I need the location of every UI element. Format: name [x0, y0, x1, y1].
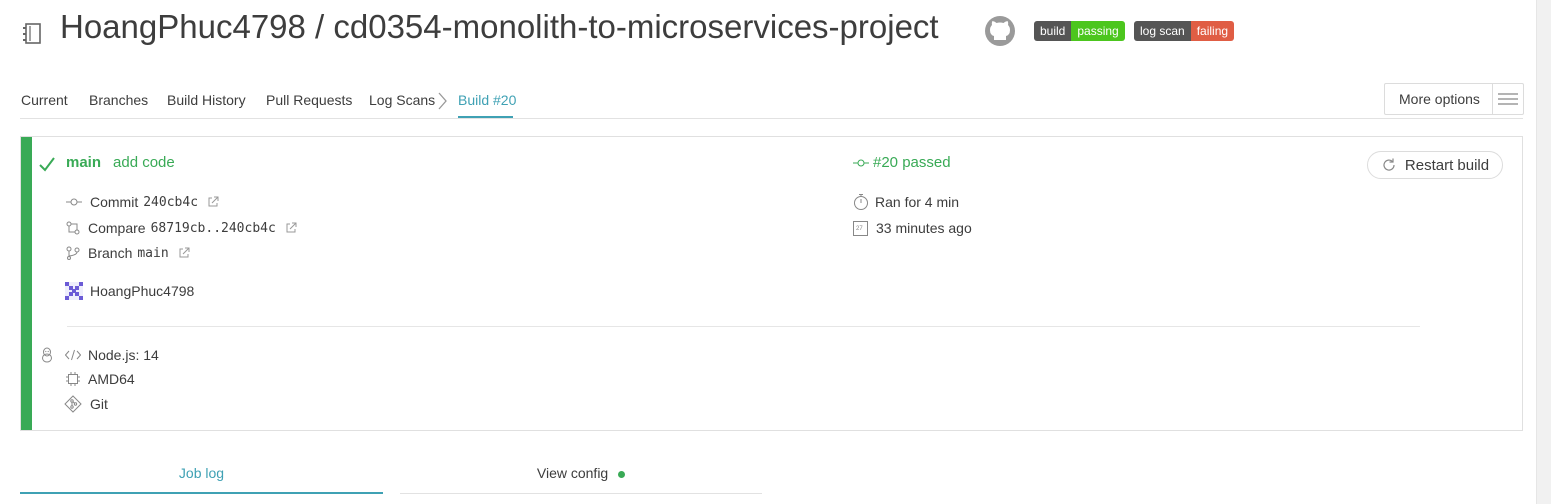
tab-build-20[interactable]: Build #20	[458, 92, 516, 108]
external-link-icon	[179, 247, 190, 258]
commit-icon	[853, 159, 869, 166]
tab-view-config[interactable]: View config	[400, 465, 762, 481]
duration-text: Ran for 4 min	[875, 194, 960, 210]
tab-log-scans[interactable]: Log Scans	[369, 92, 435, 108]
build-status-bar	[21, 137, 32, 430]
github-icon[interactable]	[984, 15, 1016, 52]
tab-job-log[interactable]: Job log	[20, 465, 383, 483]
git-icon	[64, 395, 82, 413]
commit-row[interactable]: Commit 240cb4c	[66, 194, 227, 210]
code-icon	[65, 349, 81, 361]
card-divider	[67, 326, 1420, 327]
tab-branches[interactable]: Branches	[89, 92, 148, 108]
external-link-icon	[208, 196, 219, 207]
tab-build-history[interactable]: Build History	[167, 92, 246, 108]
menu-icon	[1492, 84, 1523, 114]
build-summary-card	[20, 136, 1523, 431]
commit-label: Commit	[90, 194, 139, 210]
branch-label: Branch	[88, 245, 133, 261]
duration-row: Ran for 4 min	[853, 193, 959, 211]
language-row: Node.js: 14	[65, 347, 159, 363]
repo-icon	[22, 22, 44, 51]
badge-build-value: passing	[1071, 21, 1125, 41]
compare-icon	[66, 221, 80, 235]
config-status-dot-icon	[618, 470, 626, 478]
build-status-badge[interactable]: build passing	[1034, 21, 1125, 41]
commit-message: add code	[113, 154, 175, 171]
vcs-row: Git	[64, 395, 108, 413]
more-options-label: More options	[1399, 91, 1480, 107]
compare-range: 68719cb..240cb4c	[150, 220, 276, 236]
external-link-icon	[286, 222, 297, 233]
log-scan-badge[interactable]: log scan failing	[1134, 21, 1235, 41]
build-status-row[interactable]: #20 passed	[853, 154, 951, 171]
author-row[interactable]: HoangPhuc4798	[65, 282, 194, 300]
repo-title[interactable]: HoangPhuc4798 / cd0354-monolith-to-micro…	[60, 8, 939, 46]
badge-logscan-value: failing	[1190, 21, 1235, 41]
finished-text: 33 minutes ago	[876, 220, 972, 236]
tab-current[interactable]: Current	[21, 92, 68, 108]
badge-logscan-label: log scan	[1134, 21, 1191, 41]
arch-text: AMD64	[88, 371, 135, 387]
finished-row: 27 33 minutes ago	[853, 220, 972, 236]
vcs-text: Git	[90, 396, 108, 412]
more-options-button[interactable]: More options	[1384, 83, 1524, 115]
stopwatch-icon	[854, 194, 868, 210]
commit-icon	[66, 198, 82, 206]
calendar-day: 27	[856, 225, 863, 232]
branch-value: main	[137, 245, 169, 261]
branch-icon	[66, 246, 80, 260]
compare-row[interactable]: Compare 68719cb..240cb4c	[66, 220, 305, 236]
job-log-active-indicator	[20, 492, 383, 494]
view-config-underline	[400, 493, 762, 494]
avatar	[65, 282, 83, 300]
check-icon	[38, 155, 56, 178]
branch-name[interactable]: main	[66, 154, 101, 171]
job-log-label: Job log	[178, 465, 225, 481]
language-text: Node.js: 14	[88, 347, 159, 363]
restart-build-label: Restart build	[1404, 156, 1490, 174]
cpu-icon	[66, 372, 80, 386]
nav-divider	[20, 118, 1523, 119]
restart-build-button[interactable]: Restart build	[1367, 151, 1503, 179]
author-name: HoangPhuc4798	[90, 283, 195, 299]
commit-hash: 240cb4c	[143, 194, 199, 210]
build-title: main add code	[66, 154, 175, 171]
arch-row: AMD64	[65, 371, 135, 387]
linux-icon	[40, 347, 54, 368]
build-status-text: #20 passed	[873, 154, 951, 171]
page-scrollbar[interactable]	[1536, 0, 1551, 504]
breadcrumb-chevron-icon	[437, 91, 447, 116]
compare-label: Compare	[88, 220, 146, 236]
badge-build-label: build	[1034, 21, 1072, 41]
restart-icon	[1383, 158, 1395, 171]
view-config-label: View config	[536, 465, 609, 481]
calendar-icon: 27	[853, 220, 868, 236]
tab-pull-requests[interactable]: Pull Requests	[266, 92, 352, 108]
branch-row[interactable]: Branch main	[66, 245, 198, 261]
